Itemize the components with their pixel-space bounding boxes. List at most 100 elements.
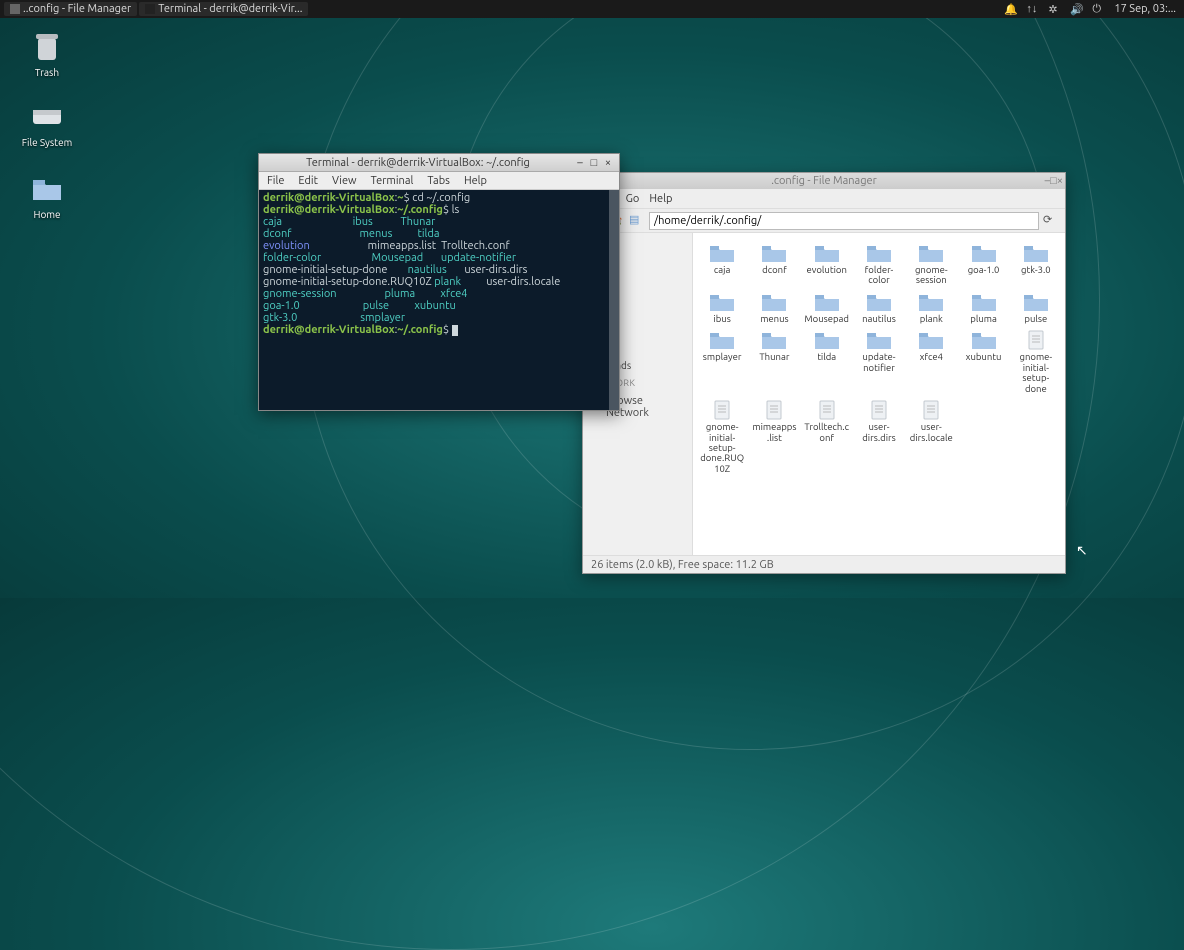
refresh-icon[interactable]: ⟳: [1043, 213, 1059, 229]
folder-icon: [29, 170, 65, 206]
item-label: dconf: [751, 265, 797, 275]
item-label: nautilus: [856, 314, 902, 324]
drive-icon: [29, 98, 65, 134]
file-icon: [866, 400, 892, 420]
folder-item[interactable]: plank: [906, 290, 956, 326]
task-label: ..config - File Manager: [23, 3, 131, 15]
taskbar-task-filemanager[interactable]: ..config - File Manager: [4, 2, 137, 16]
folder-item[interactable]: ibus: [697, 290, 747, 326]
folder-icon: [866, 292, 892, 312]
folder-item[interactable]: tilda: [802, 328, 852, 396]
close-button[interactable]: ×: [1057, 175, 1063, 187]
item-label: caja: [699, 265, 745, 275]
file-item[interactable]: mimeapps.list: [749, 398, 799, 476]
scrollbar[interactable]: [609, 190, 619, 410]
maximize-button[interactable]: □: [587, 156, 601, 170]
volume-icon[interactable]: 🔊: [1070, 3, 1082, 15]
menu-tabs[interactable]: Tabs: [427, 175, 450, 187]
item-label: gnome-initial-setup-done: [1013, 352, 1059, 394]
fm-icon-grid[interactable]: caja dconf evolution folder-color gnome-sess…: [693, 233, 1065, 555]
folder-item[interactable]: xfce4: [906, 328, 956, 396]
terminal-output[interactable]: derrik@derrik-VirtualBox:~$ cd ~/.config…: [259, 190, 619, 410]
folder-icon: [971, 243, 997, 263]
fm-location-bar: ⬆ 🏠 ▤ ⟳: [583, 209, 1065, 233]
item-label: gnome-session: [908, 265, 954, 286]
menu-help[interactable]: Help: [649, 193, 672, 205]
file-item[interactable]: user-dirs.dirs: [854, 398, 904, 476]
menu-go[interactable]: Go: [626, 193, 640, 205]
minimize-button[interactable]: –: [573, 156, 587, 170]
item-label: xfce4: [908, 352, 954, 362]
file-icon: [761, 400, 787, 420]
file-item[interactable]: user-dirs.locale: [906, 398, 956, 476]
notification-icon[interactable]: 🔔: [1004, 3, 1016, 15]
item-label: gnome-initial-setup-done.RUQ10Z: [699, 422, 745, 474]
folder-icon: [1023, 243, 1049, 263]
folder-icon: [918, 243, 944, 263]
folder-item[interactable]: goa-1.0: [958, 241, 1008, 288]
menu-help[interactable]: Help: [464, 175, 487, 187]
folder-item[interactable]: pulse: [1011, 290, 1061, 326]
file-item[interactable]: Trolltech.conf: [802, 398, 852, 476]
item-label: goa-1.0: [960, 265, 1006, 275]
desktop-icon-trash[interactable]: Trash: [12, 28, 82, 78]
file-item[interactable]: gnome-initial-setup-done.RUQ10Z: [697, 398, 747, 476]
file-item[interactable]: gnome-initial-setup-done: [1011, 328, 1061, 396]
folder-item[interactable]: nautilus: [854, 290, 904, 326]
folder-item[interactable]: update-notifier: [854, 328, 904, 396]
folder-item[interactable]: gnome-session: [906, 241, 956, 288]
menu-file[interactable]: File: [267, 175, 284, 187]
drive-icon: ▤: [629, 213, 645, 229]
taskbar-task-terminal[interactable]: Terminal - derrik@derrik-Vir...: [139, 2, 308, 16]
network-icon[interactable]: ↑↓: [1026, 3, 1038, 15]
menu-edit[interactable]: Edit: [298, 175, 318, 187]
item-label: evolution: [804, 265, 850, 275]
settings-icon[interactable]: ✲: [1048, 3, 1060, 15]
folder-item[interactable]: pluma: [958, 290, 1008, 326]
power-icon[interactable]: ⏻: [1092, 3, 1104, 15]
maximize-button[interactable]: □: [1050, 175, 1057, 187]
fm-titlebar[interactable]: .config - File Manager – □ ×: [583, 173, 1065, 189]
item-label: mimeapps.list: [751, 422, 797, 443]
folder-icon: [918, 330, 944, 350]
folder-item[interactable]: smplayer: [697, 328, 747, 396]
folder-item[interactable]: caja: [697, 241, 747, 288]
item-label: plank: [908, 314, 954, 324]
folder-icon: [1023, 292, 1049, 312]
folder-icon: [761, 243, 787, 263]
folder-item[interactable]: menus: [749, 290, 799, 326]
item-label: tilda: [804, 352, 850, 362]
status-text: 26 items (2.0 kB), Free space: 11.2 GB: [591, 559, 774, 571]
item-label: Mousepad: [804, 314, 850, 324]
close-button[interactable]: ×: [601, 156, 615, 170]
top-panel: ..config - File Manager Terminal - derri…: [0, 0, 1184, 18]
folder-icon: [709, 330, 735, 350]
icon-label: File System: [12, 137, 82, 148]
icon-label: Trash: [12, 67, 82, 78]
folder-icon: [866, 243, 892, 263]
desktop-icon-filesystem[interactable]: File System: [12, 98, 82, 148]
folder-item[interactable]: gtk-3.0: [1011, 241, 1061, 288]
folder-item[interactable]: Thunar: [749, 328, 799, 396]
folder-item[interactable]: evolution: [802, 241, 852, 288]
folder-item[interactable]: Mousepad: [802, 290, 852, 326]
folder-item[interactable]: folder-color: [854, 241, 904, 288]
icon-label: Home: [12, 209, 82, 220]
menu-view[interactable]: View: [332, 175, 357, 187]
file-icon: [918, 400, 944, 420]
terminal-title-text: Terminal - derrik@derrik-VirtualBox: ~/.…: [263, 157, 573, 169]
item-label: smplayer: [699, 352, 745, 362]
desktop-icon-home[interactable]: Home: [12, 170, 82, 220]
task-label: Terminal - derrik@derrik-Vir...: [158, 3, 302, 15]
item-label: folder-color: [856, 265, 902, 286]
folder-item[interactable]: xubuntu: [958, 328, 1008, 396]
file-manager-window[interactable]: .config - File Manager – □ × View Go Hel…: [582, 172, 1066, 574]
folder-item[interactable]: dconf: [749, 241, 799, 288]
item-label: pluma: [960, 314, 1006, 324]
clock[interactable]: 17 Sep, 03:...: [1114, 3, 1176, 15]
path-input[interactable]: [649, 212, 1039, 230]
terminal-window[interactable]: Terminal - derrik@derrik-VirtualBox: ~/.…: [258, 153, 620, 411]
menu-terminal[interactable]: Terminal: [371, 175, 414, 187]
terminal-titlebar[interactable]: Terminal - derrik@derrik-VirtualBox: ~/.…: [259, 154, 619, 172]
terminal-icon: [145, 4, 155, 14]
